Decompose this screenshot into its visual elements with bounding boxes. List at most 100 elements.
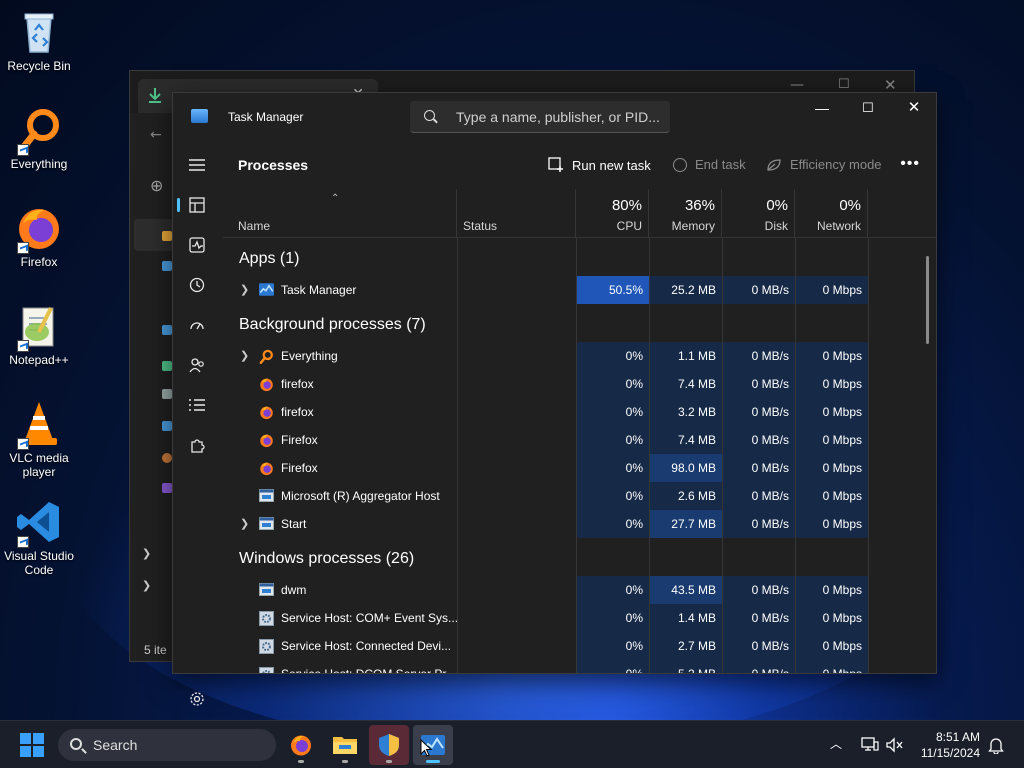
task-manager-nav (173, 141, 221, 706)
column-cpu[interactable]: 80% CPU (576, 189, 649, 238)
videos-folder-icon[interactable] (162, 483, 172, 493)
home-icon[interactable] (162, 231, 172, 241)
notification-bell-icon[interactable] (988, 736, 1004, 754)
process-name: Service Host: COM+ Event Sys... (281, 611, 459, 625)
taskbar-security-app[interactable] (369, 725, 409, 765)
column-status[interactable]: Status (457, 189, 576, 238)
process-memory-value: 5.2 MB (650, 660, 722, 673)
pictures-folder-icon[interactable] (162, 421, 172, 431)
taskbar-search[interactable]: Search (58, 729, 276, 761)
taskbar-file-explorer[interactable] (325, 725, 365, 765)
system-clock[interactable]: 8:51 AM 11/15/2024 (921, 729, 980, 761)
process-row[interactable]: ❯ Everything 0% 1.1 MB 0 MB/s 0 Mbps (223, 342, 868, 370)
process-row[interactable]: firefox 0% 3.2 MB 0 MB/s 0 Mbps (223, 398, 868, 426)
column-disk[interactable]: 0% Disk (722, 189, 795, 238)
mouse-pointer-icon (420, 739, 432, 757)
downloads-folder-icon[interactable] (162, 361, 172, 371)
maximize-button[interactable]: ☐ (845, 93, 891, 125)
nav-app-history[interactable] (179, 269, 215, 301)
app-window-icon (259, 517, 274, 532)
process-row[interactable]: Service Host: Connected Devi... 0% 2.7 MB 0… (223, 632, 868, 660)
nav-processes[interactable] (177, 189, 215, 221)
column-name[interactable]: ⌃ Name (223, 189, 457, 238)
details-list-icon (189, 399, 205, 411)
end-task-button[interactable]: End task (673, 157, 746, 172)
process-row[interactable]: Firefox 0% 98.0 MB 0 MB/s 0 Mbps (223, 454, 868, 482)
documents-folder-icon[interactable] (162, 389, 172, 399)
desktop-icon-vlc[interactable]: VLC media player (2, 400, 76, 479)
column-headers: ⌃ Name Status 80% CPU 36% Memory 0% Disk… (223, 189, 936, 238)
process-cpu-value: 0% (577, 426, 649, 454)
desktop-icon-label: VLC media player (9, 451, 69, 479)
desktop-icon-vscode[interactable]: Visual Studio Code (2, 498, 76, 577)
column-label: Network (816, 219, 861, 233)
process-memory-value: 7.4 MB (650, 426, 722, 454)
task-manager-window[interactable]: Task Manager Type a name, publisher, or … (172, 92, 937, 706)
sort-ascending-icon: ⌃ (331, 193, 340, 204)
users-icon (189, 358, 204, 373)
desktop-folder-icon[interactable] (162, 325, 172, 335)
nav-services[interactable] (179, 429, 215, 461)
volume-muted-icon[interactable] (886, 737, 904, 753)
gallery-icon[interactable] (162, 261, 172, 271)
process-row[interactable]: Microsoft (R) Aggregator Host 0% 2.6 MB 0 M… (223, 482, 868, 510)
process-row[interactable]: ❯ Task Manager 50.5% 25.2 MB 0 MB/s 0 Mbps (223, 276, 868, 304)
back-arrow-icon[interactable]: ← (150, 127, 162, 143)
maximize-icon[interactable]: ☐ (838, 77, 850, 92)
taskbar-task-manager[interactable] (413, 725, 453, 765)
firefox-icon (291, 735, 311, 756)
recycle-bin-icon (15, 8, 63, 56)
start-button[interactable] (20, 733, 44, 757)
minimize-button[interactable]: — (799, 93, 845, 125)
column-network[interactable]: 0% Network (795, 189, 868, 238)
vertical-scrollbar[interactable] (926, 256, 929, 344)
column-memory[interactable]: 36% Memory (649, 189, 722, 238)
expand-chevron-icon[interactable]: ❯ (142, 579, 151, 592)
process-memory-value: 98.0 MB (650, 454, 722, 482)
download-icon (149, 88, 161, 103)
process-row[interactable]: Service Host: COM+ Event Sys... 0% 1.4 MB 0… (223, 604, 868, 632)
nav-performance[interactable] (179, 229, 215, 261)
show-hidden-icons-icon[interactable]: ︿ (830, 735, 842, 768)
process-row[interactable]: Firefox 0% 7.4 MB 0 MB/s 0 Mbps (223, 426, 868, 454)
desktop-icon-recycle-bin[interactable]: Recycle Bin (2, 8, 76, 73)
process-row[interactable]: ❯ Start 0% 27.7 MB 0 MB/s 0 Mbps (223, 510, 868, 538)
desktop-icon-notepadpp[interactable]: Notepad++ (2, 302, 76, 367)
expand-chevron-icon[interactable]: ❯ (240, 276, 249, 304)
expand-chevron-icon[interactable]: ❯ (240, 510, 249, 538)
hamburger-menu-button[interactable] (179, 149, 215, 181)
task-manager-titlebar[interactable]: Task Manager Type a name, publisher, or … (173, 93, 936, 141)
windows-logo-tile (33, 733, 44, 744)
desktop-icon-everything[interactable]: Everything (2, 106, 76, 171)
nav-users[interactable] (179, 349, 215, 381)
process-row[interactable]: dwm 0% 43.5 MB 0 MB/s 0 Mbps (223, 576, 868, 604)
expand-chevron-icon[interactable]: ❯ (142, 547, 151, 560)
taskbar-firefox[interactable] (281, 725, 321, 765)
new-item-icon[interactable]: ⊕ (150, 176, 163, 195)
process-row[interactable]: Service Host: DCOM Server Pr...0%5.2 MB0… (223, 660, 868, 673)
nav-settings[interactable] (179, 683, 215, 715)
nav-details[interactable] (179, 389, 215, 421)
desktop-icon-firefox[interactable]: Firefox (2, 204, 76, 269)
network-icon[interactable] (861, 737, 879, 753)
music-folder-icon[interactable] (162, 453, 172, 463)
efficiency-mode-button[interactable]: Efficiency mode (766, 157, 882, 172)
nav-startup-apps[interactable] (179, 309, 215, 341)
minimize-icon[interactable]: — (790, 77, 804, 93)
taskbar-search-label: Search (93, 737, 138, 753)
process-row[interactable]: firefox 0% 7.4 MB 0 MB/s 0 Mbps (223, 370, 868, 398)
process-network-value: 0 Mbps (796, 510, 868, 538)
run-new-task-button[interactable]: Run new task (548, 157, 651, 173)
vlc-icon (15, 400, 63, 450)
close-button[interactable]: ✕ (891, 93, 937, 125)
firefox-icon (259, 377, 274, 392)
process-group-header: Apps (1) (223, 238, 868, 276)
process-name: Service Host: DCOM Server Pr... (281, 660, 456, 673)
process-cpu-value: 0% (577, 342, 649, 370)
more-options-icon[interactable]: ••• (900, 155, 920, 173)
desktop-icon-label: Recycle Bin (7, 59, 71, 73)
expand-chevron-icon[interactable]: ❯ (240, 342, 249, 370)
clock-date: 11/15/2024 (920, 746, 980, 760)
search-input[interactable]: Type a name, publisher, or PID... (410, 101, 670, 133)
desktop-icon-label: Firefox (20, 255, 58, 269)
